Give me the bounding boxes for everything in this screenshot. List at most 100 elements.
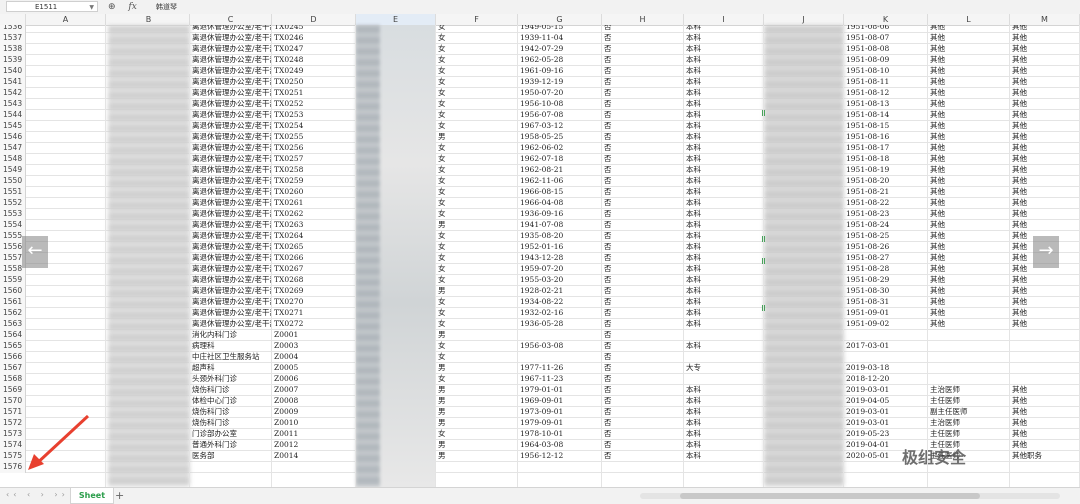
cell-m[interactable]: 其他 xyxy=(1012,319,1080,329)
cell-c[interactable]: 离退休管理办公室/老干部 xyxy=(192,143,272,153)
cell-k[interactable]: 2019-03-01 xyxy=(846,407,928,417)
select-all-corner[interactable] xyxy=(0,14,26,25)
cell-d[interactable]: TX0263 xyxy=(274,220,354,230)
cell-h[interactable]: 否 xyxy=(604,374,682,384)
cell-h[interactable]: 否 xyxy=(604,330,682,340)
add-sheet-button[interactable]: + xyxy=(115,488,124,503)
cell-i[interactable]: 大专 xyxy=(686,363,764,373)
cell-m[interactable]: 其他 xyxy=(1012,44,1080,54)
cell-f[interactable]: 女 xyxy=(438,297,518,307)
cell-i[interactable] xyxy=(686,462,764,472)
cell-l[interactable]: 其他 xyxy=(930,110,1010,120)
row-number[interactable]: 1540 xyxy=(0,66,26,77)
cell-g[interactable]: 1943-12-28 xyxy=(520,253,602,263)
row-number[interactable]: 1546 xyxy=(0,132,26,143)
cell-h[interactable]: 否 xyxy=(604,286,682,296)
cell-k[interactable]: 2019-03-18 xyxy=(846,363,928,373)
cell-d[interactable]: TX0259 xyxy=(274,176,354,186)
cell-c[interactable]: 头颈外科门诊 xyxy=(192,374,272,384)
cell-i[interactable]: 本科 xyxy=(686,341,764,351)
cell-k[interactable]: 1951-09-02 xyxy=(846,319,928,329)
cell-f[interactable]: 女 xyxy=(438,154,518,164)
cell-f[interactable]: 女 xyxy=(438,55,518,65)
cell-i[interactable]: 本科 xyxy=(686,77,764,87)
cell-i[interactable]: 本科 xyxy=(686,253,764,263)
cell-f[interactable]: 女 xyxy=(438,66,518,76)
cell-l[interactable]: 其他 xyxy=(930,132,1010,142)
cell-i[interactable]: 本科 xyxy=(686,286,764,296)
cell-i[interactable] xyxy=(686,374,764,384)
cell-m[interactable] xyxy=(1012,374,1080,384)
cell-m[interactable]: 其他 xyxy=(1012,418,1080,428)
cell-h[interactable]: 否 xyxy=(604,297,682,307)
row-number[interactable]: 1574 xyxy=(0,440,26,451)
cell-g[interactable]: 1977-11-26 xyxy=(520,363,602,373)
cell-m[interactable] xyxy=(1012,330,1080,340)
cell-k[interactable]: 1951-08-18 xyxy=(846,154,928,164)
cell-i[interactable]: 本科 xyxy=(686,88,764,98)
cell-h[interactable]: 否 xyxy=(604,143,682,153)
cell-l[interactable]: 其他 xyxy=(930,275,1010,285)
cell-d[interactable]: TX0252 xyxy=(274,99,354,109)
row-number[interactable]: 1548 xyxy=(0,154,26,165)
cell-f[interactable]: 女 xyxy=(438,176,518,186)
cell-m[interactable]: 其他 xyxy=(1012,132,1080,142)
cell-d[interactable]: Z0009 xyxy=(274,407,354,417)
cell-c[interactable]: 离退休管理办公室/老干部 xyxy=(192,44,272,54)
cell-c[interactable]: 门诊部办公室 xyxy=(192,429,272,439)
cell-h[interactable]: 否 xyxy=(604,176,682,186)
cell-m[interactable]: 其他职务 xyxy=(1012,451,1080,461)
column-header-a[interactable]: A xyxy=(26,14,106,25)
cell-h[interactable]: 否 xyxy=(604,363,682,373)
cell-d[interactable]: TX0253 xyxy=(274,110,354,120)
cell-k[interactable]: 1951-08-16 xyxy=(846,132,928,142)
prev-arrow-icon[interactable]: ← xyxy=(22,236,48,268)
cell-k[interactable]: 1951-08-20 xyxy=(846,176,928,186)
cell-m[interactable]: 其他 xyxy=(1012,165,1080,175)
cell-k[interactable] xyxy=(846,352,928,362)
cell-l[interactable]: 其他 xyxy=(930,297,1010,307)
cell-d[interactable]: Z0001 xyxy=(274,330,354,340)
cell-k[interactable]: 1951-08-24 xyxy=(846,220,928,230)
cell-i[interactable]: 本科 xyxy=(686,55,764,65)
cell-k[interactable]: 1951-08-14 xyxy=(846,110,928,120)
row-number[interactable]: 1550 xyxy=(0,176,26,187)
cell-c[interactable]: 离退休管理办公室/老干部 xyxy=(192,187,272,197)
row-number[interactable]: 1575 xyxy=(0,451,26,462)
cell-g[interactable]: 1950-07-20 xyxy=(520,88,602,98)
cell-m[interactable]: 其他 xyxy=(1012,176,1080,186)
cell-i[interactable]: 本科 xyxy=(686,176,764,186)
cell-f[interactable]: 女 xyxy=(438,143,518,153)
cell-g[interactable]: 1961-09-16 xyxy=(520,66,602,76)
cell-g[interactable]: 1959-07-20 xyxy=(520,264,602,274)
cell-f[interactable]: 女 xyxy=(438,88,518,98)
cell-k[interactable] xyxy=(846,330,928,340)
cell-l[interactable]: 其他 xyxy=(930,25,1010,32)
cell-c[interactable]: 离退休管理办公室/老干部 xyxy=(192,132,272,142)
cell-k[interactable]: 1951-08-25 xyxy=(846,231,928,241)
column-header-i[interactable]: I xyxy=(684,14,764,25)
cell-k[interactable]: 1951-08-28 xyxy=(846,264,928,274)
cell-l[interactable]: 其他 xyxy=(930,319,1010,329)
cell-h[interactable]: 否 xyxy=(604,209,682,219)
row-number[interactable]: 1538 xyxy=(0,44,26,55)
cell-m[interactable]: 其他 xyxy=(1012,99,1080,109)
cell-g[interactable]: 1939-11-04 xyxy=(520,33,602,43)
cell-h[interactable]: 否 xyxy=(604,242,682,252)
cell-c[interactable] xyxy=(192,462,272,472)
cell-l[interactable] xyxy=(930,352,1010,362)
cell-l[interactable]: 副主任医师 xyxy=(930,407,1010,417)
cell-g[interactable]: 1936-09-16 xyxy=(520,209,602,219)
cell-c[interactable]: 离退休管理办公室/老干部 xyxy=(192,242,272,252)
cell-d[interactable]: Z0012 xyxy=(274,440,354,450)
cell-m[interactable]: 其他 xyxy=(1012,209,1080,219)
cell-d[interactable]: TX0267 xyxy=(274,264,354,274)
row-number[interactable]: 1553 xyxy=(0,209,26,220)
cell-d[interactable]: TX0265 xyxy=(274,242,354,252)
cell-m[interactable]: 其他 xyxy=(1012,429,1080,439)
cell-k[interactable]: 1951-08-30 xyxy=(846,286,928,296)
zoom-icon[interactable]: ⊕ xyxy=(108,2,116,12)
cell-g[interactable]: 1932-02-16 xyxy=(520,308,602,318)
cell-h[interactable]: 否 xyxy=(604,308,682,318)
cell-h[interactable]: 否 xyxy=(604,33,682,43)
